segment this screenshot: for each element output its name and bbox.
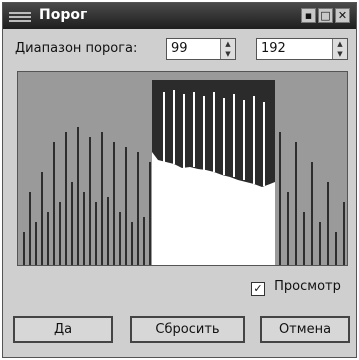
histogram-svg <box>18 72 347 265</box>
decrement-icon[interactable]: ▼ <box>221 49 235 59</box>
window-menu-icon[interactable] <box>9 10 31 22</box>
threshold-dialog: Порог ▪ □ ✕ Диапазон порога: 99 ▲ ▼ 192 … <box>2 2 357 358</box>
cancel-button[interactable]: Отмена <box>260 316 350 343</box>
close-button[interactable]: ✕ <box>335 8 350 23</box>
titlebar[interactable]: Порог ▪ □ ✕ <box>3 3 356 29</box>
checkmark-icon[interactable]: ✓ <box>251 282 265 296</box>
threshold-low-spinbox[interactable]: 99 ▲ ▼ <box>166 38 236 60</box>
threshold-high-arrows[interactable]: ▲ ▼ <box>332 39 347 59</box>
threshold-range-label: Диапазон порога: <box>15 41 138 56</box>
threshold-low-value[interactable]: 99 <box>171 41 188 56</box>
window-title: Порог <box>39 7 88 23</box>
minimize-button[interactable]: ▪ <box>301 8 316 23</box>
ok-button[interactable]: Да <box>13 316 113 343</box>
increment-icon[interactable]: ▲ <box>221 39 235 49</box>
decrement-icon[interactable]: ▼ <box>333 49 347 59</box>
histogram-view[interactable] <box>17 71 348 266</box>
threshold-high-spinbox[interactable]: 192 ▲ ▼ <box>256 38 348 60</box>
threshold-high-value[interactable]: 192 <box>261 41 286 56</box>
preview-label: Просмотр <box>274 279 341 294</box>
maximize-button[interactable]: □ <box>318 8 333 23</box>
increment-icon[interactable]: ▲ <box>333 39 347 49</box>
preview-checkbox[interactable]: ✓ Просмотр <box>251 279 341 296</box>
reset-button[interactable]: Сбросить <box>130 316 245 343</box>
threshold-low-arrows[interactable]: ▲ ▼ <box>220 39 235 59</box>
